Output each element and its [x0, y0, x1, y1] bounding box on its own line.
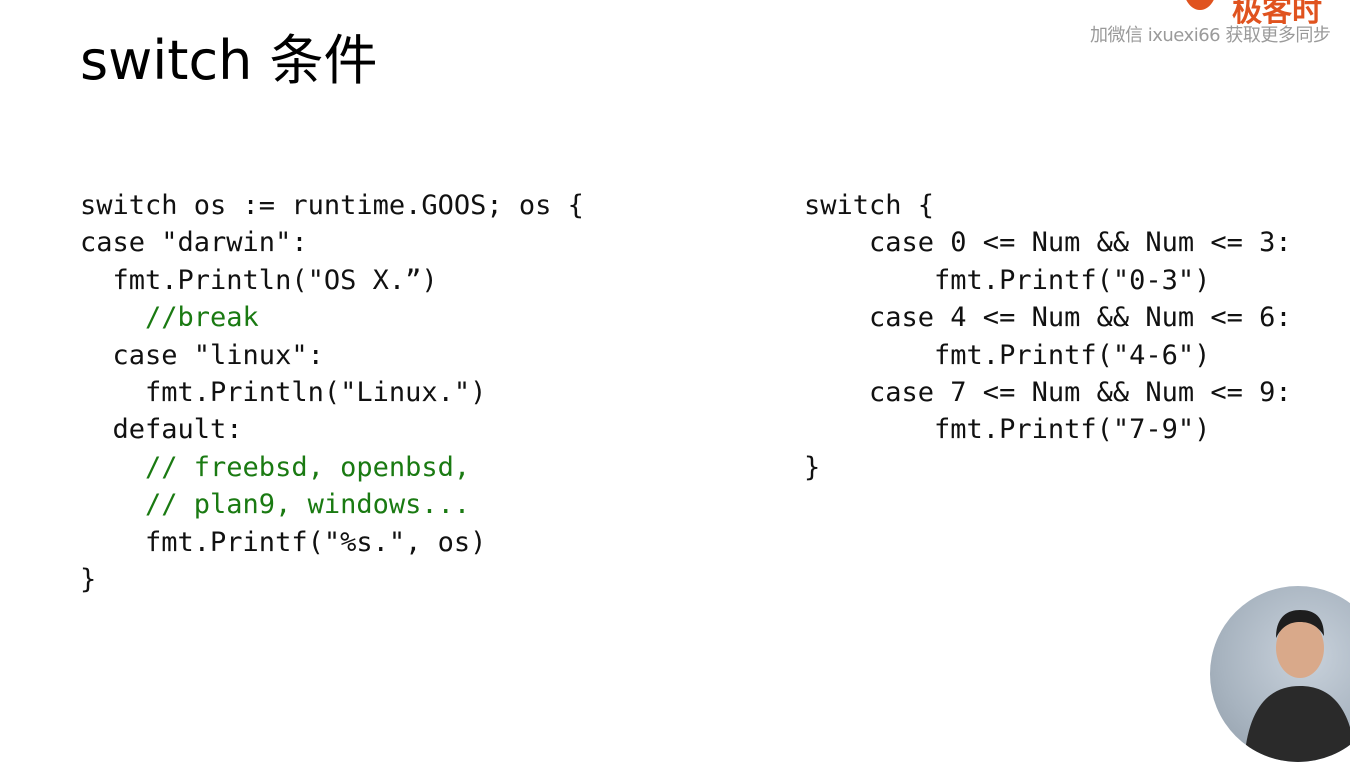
watermark: 极客时 加微信 ixuexi66 获取更多同步 — [1090, 0, 1350, 50]
code-line: case "linux": — [80, 339, 324, 371]
presenter-silhouette-icon — [1244, 610, 1350, 762]
code-line: case "darwin": — [80, 227, 308, 259]
brand-logo-icon — [1186, 0, 1214, 10]
code-comment-line: //break — [80, 302, 259, 334]
code-comment-line: // plan9, windows... — [80, 489, 471, 521]
code-line: fmt.Println("Linux.") — [80, 376, 487, 408]
code-block-switch-os: switch os := runtime.GOOS; os { case "dar… — [80, 187, 584, 598]
code-comment-line: // freebsd, openbsd, — [80, 451, 471, 483]
slide-title: switch 条件 — [80, 29, 378, 92]
watermark-text: 加微信 ixuexi66 获取更多同步 — [1090, 25, 1331, 46]
code-line: fmt.Println("OS X.”) — [80, 264, 438, 296]
code-line: default: — [80, 414, 243, 446]
code-line: } — [804, 451, 821, 483]
code-block-switch-no-expr: switch { case 0 <= Num && Num <= 3: fmt.… — [804, 187, 1292, 486]
code-line: fmt.Printf("%s.", os) — [80, 526, 487, 558]
code-line: case 4 <= Num && Num <= 6: — [804, 302, 1292, 334]
code-line: switch os := runtime.GOOS; os { — [80, 190, 584, 221]
code-line: } — [80, 563, 97, 595]
code-line: fmt.Printf("0-3") — [804, 264, 1211, 296]
code-line: switch { — [804, 190, 935, 221]
code-line: case 7 <= Num && Num <= 9: — [804, 376, 1292, 408]
code-line: case 0 <= Num && Num <= 3: — [804, 227, 1292, 259]
code-line: fmt.Printf("7-9") — [804, 414, 1211, 446]
code-line: fmt.Printf("4-6") — [804, 339, 1211, 371]
presenter-video — [1210, 586, 1350, 762]
